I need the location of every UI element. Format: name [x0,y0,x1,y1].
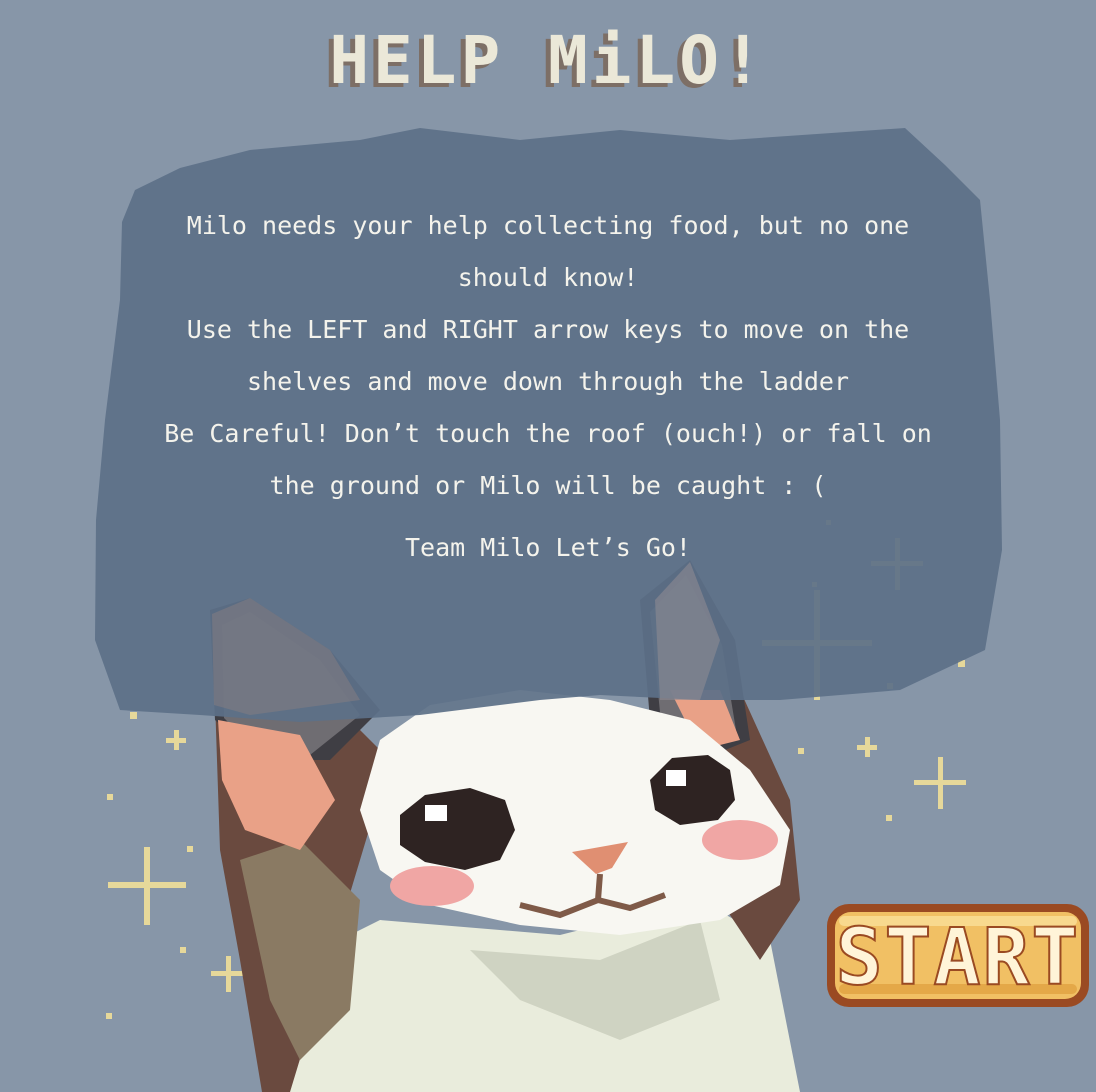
game-title: HELP MiLO! [329,22,767,99]
instruction-line: Team Milo Let’s Go! [405,533,691,562]
start-label: START [836,913,1081,1003]
sparkle-icon [857,737,877,757]
sparkle-icon [108,847,186,925]
instruction-line: Milo needs your help collecting food, bu… [186,211,910,292]
sparkle-icon [914,757,966,809]
sparkle-icon [166,730,186,750]
instruction-line: Be Careful! Don’t touch the roof (ouch!)… [164,419,932,500]
instructions-text: Milo needs your help collecting food, bu… [150,200,946,574]
instruction-line: Use the LEFT and RIGHT arrow keys to mov… [186,315,910,396]
start-button[interactable]: START [825,898,1091,1013]
